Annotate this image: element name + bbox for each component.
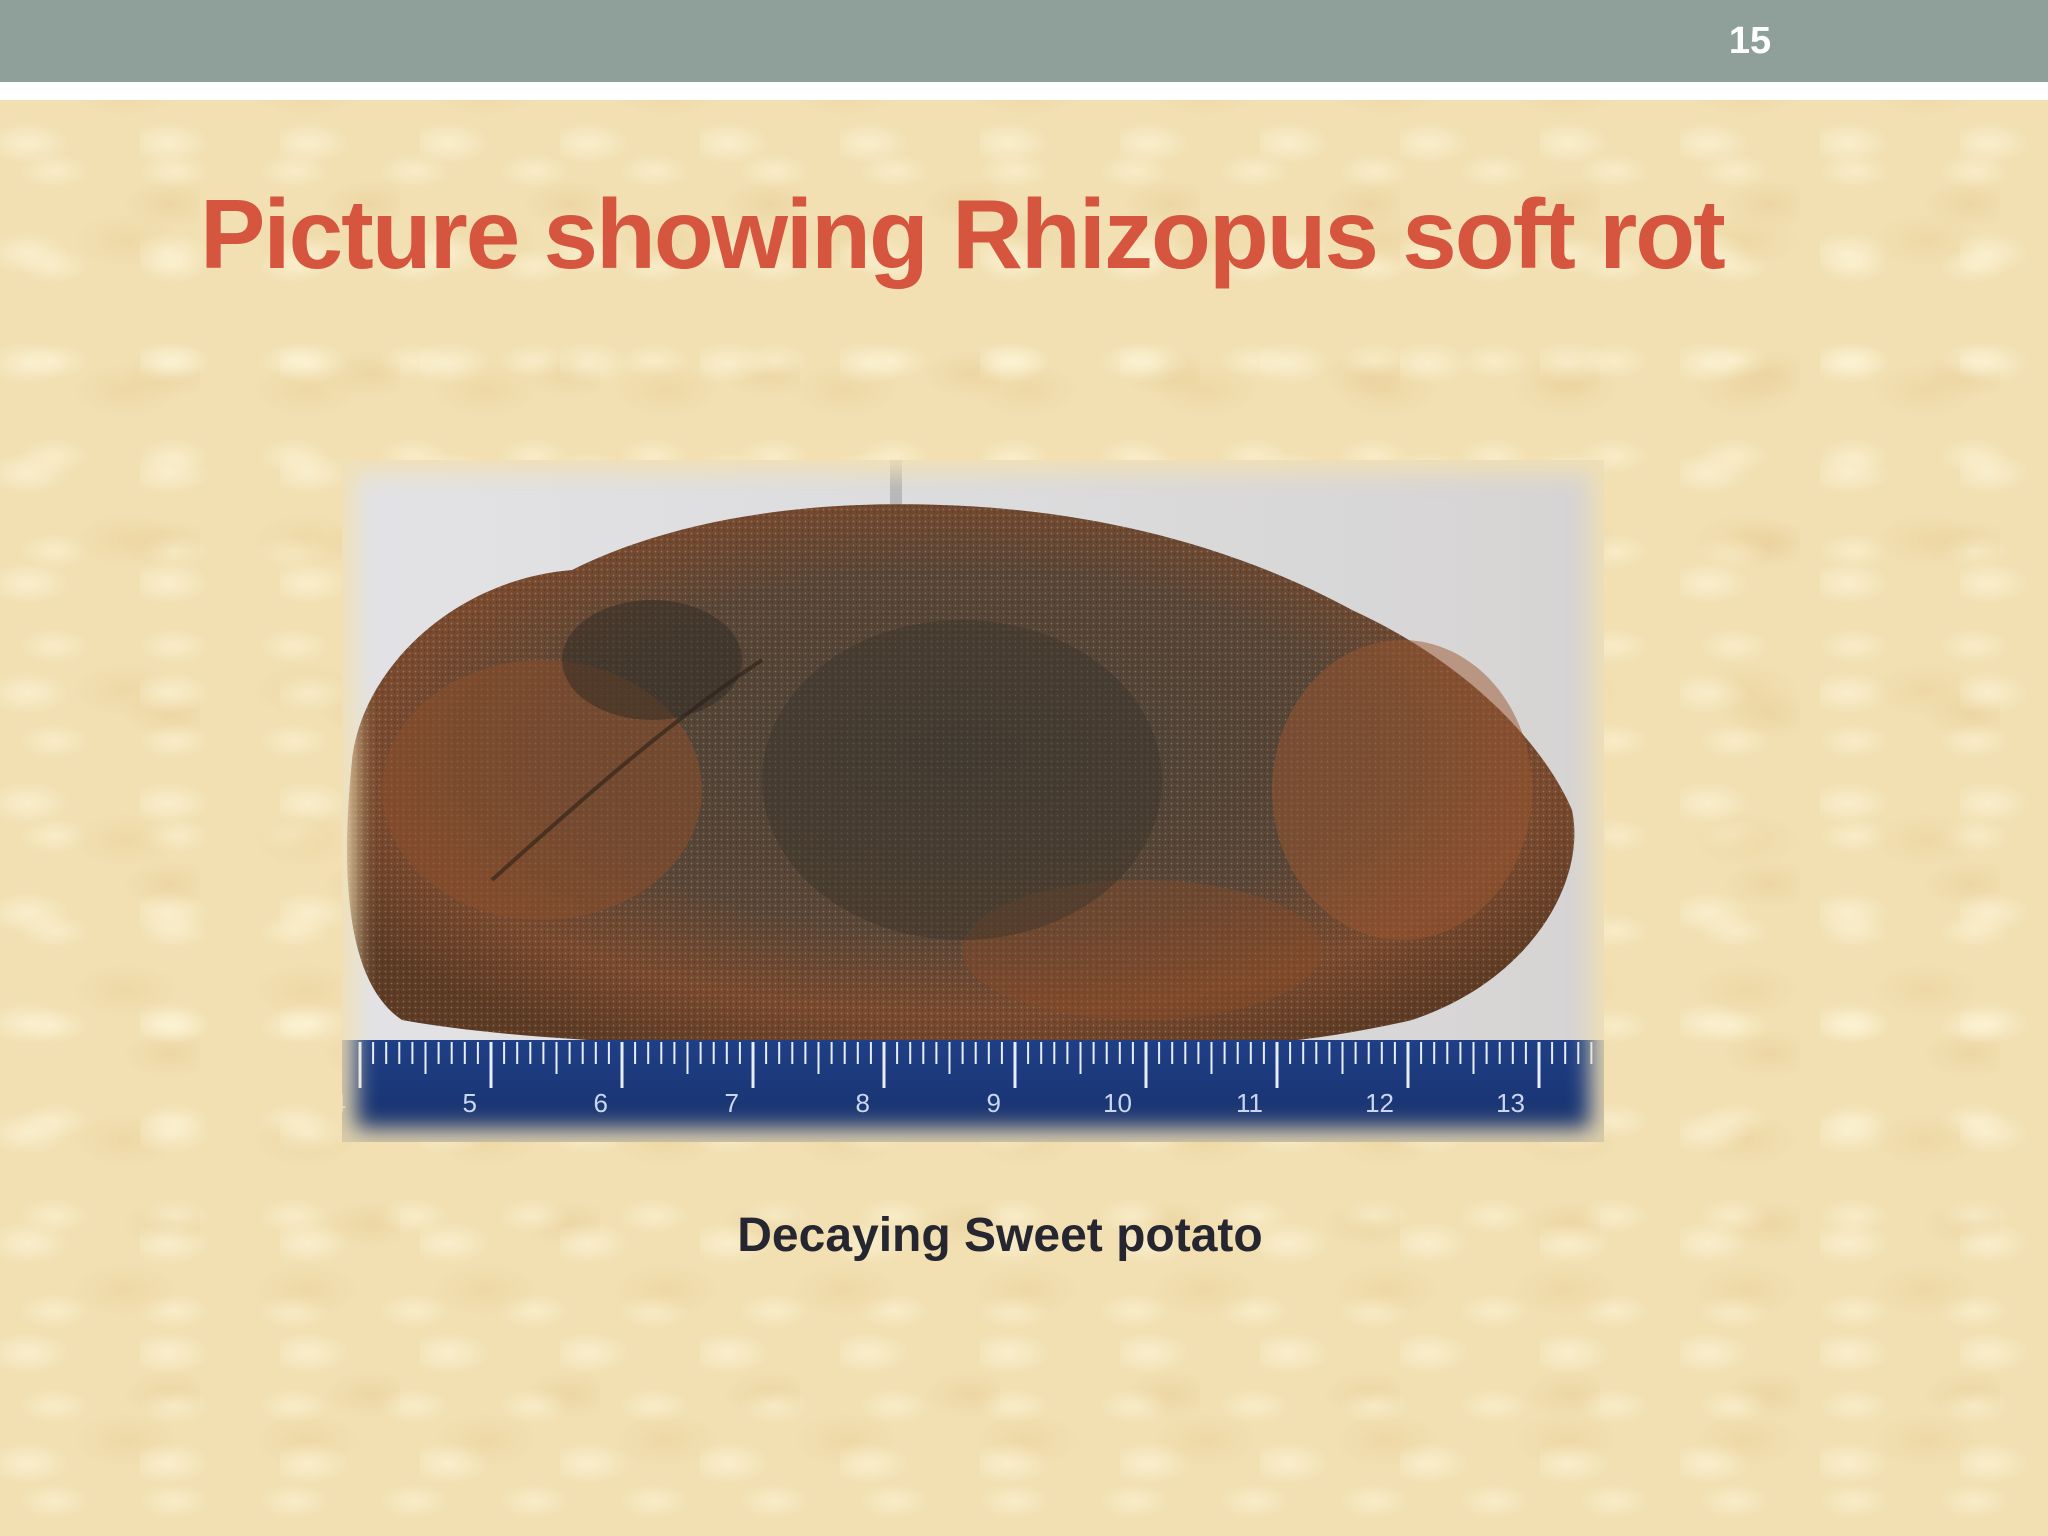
ruler-label: 13 (1496, 1088, 1525, 1118)
ruler-label: 6 (594, 1088, 608, 1118)
ruler-label: 12 (1365, 1088, 1394, 1118)
ruler-label: 8 (856, 1088, 870, 1118)
ruler-label: 7 (725, 1088, 739, 1118)
slide-number: 15 (1728, 20, 1772, 62)
ruler-label: 10 (1103, 1088, 1132, 1118)
ruler-label: 4 (342, 1088, 346, 1118)
header-stripe (0, 82, 2048, 100)
ruler-label: 9 (987, 1088, 1001, 1118)
photo-caption: Decaying Sweet potato (737, 1209, 1263, 1262)
ruler-label: 11 (1236, 1088, 1263, 1118)
slide-title: Picture showing Rhizopus soft rot (200, 179, 1726, 289)
sweet-potato-photo: 4 5 6 7 8 9 10 11 12 13 (342, 460, 1604, 1142)
ruler-label: 5 (463, 1088, 477, 1118)
